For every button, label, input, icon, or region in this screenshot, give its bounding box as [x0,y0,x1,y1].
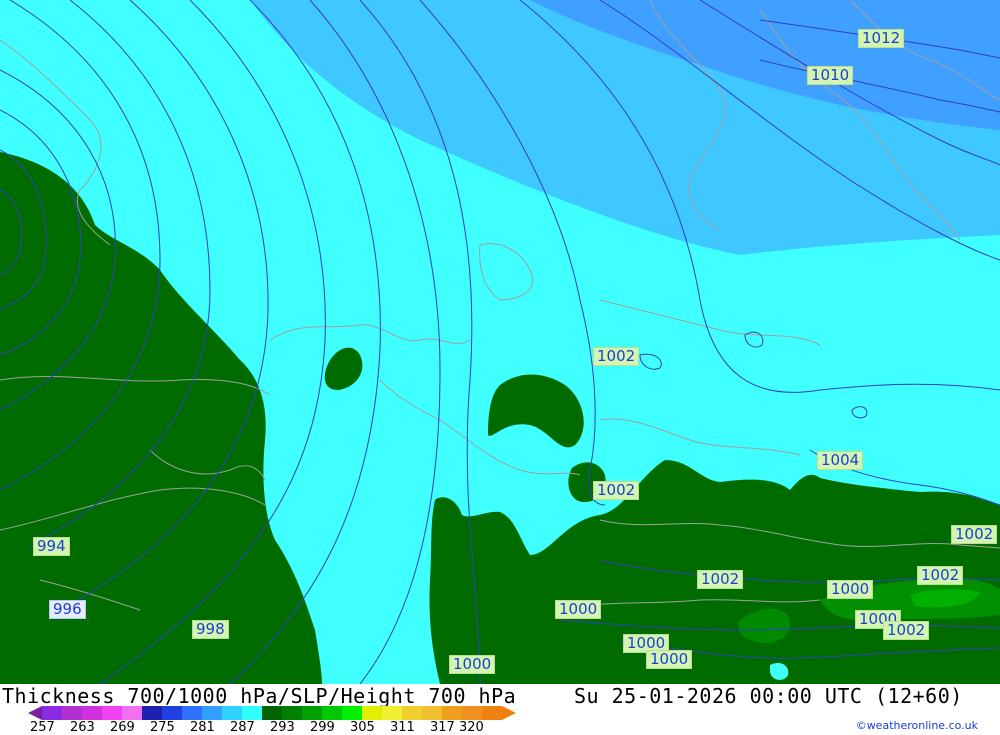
legend-swatch [282,706,302,720]
legend-swatch [62,706,82,720]
legend-swatch [462,706,482,720]
legend-swatch [162,706,182,720]
isobar-label: 996 [49,600,86,619]
legend-right-arrow-shape [502,706,516,720]
isobar-label: 1002 [697,570,744,589]
legend-swatch [262,706,282,720]
isobar-label: 1002 [593,481,640,500]
isobar-label: 1000 [449,655,496,674]
legend-swatch [202,706,222,720]
isobar-label: 1002 [883,621,930,640]
isobar-label: 1012 [858,29,905,48]
legend-colorbar [42,706,502,720]
legend-swatch [182,706,202,720]
legend-swatch [422,706,442,720]
legend-swatch [402,706,422,720]
isobar-label: 1002 [951,525,998,544]
legend-left-arrow-shape [28,706,42,720]
legend-swatch [342,706,362,720]
legend-swatch [82,706,102,720]
legend-swatch [302,706,322,720]
legend-swatch [122,706,142,720]
legend-swatch [322,706,342,720]
legend-swatch [482,706,502,720]
legend-swatch [442,706,462,720]
legend-swatch [362,706,382,720]
legend-swatch [102,706,122,720]
legend-left-arrow [28,706,42,720]
credit-text: ©weatheronline.co.uk [855,719,978,732]
legend-swatch [382,706,402,720]
legend-right-arrow [502,706,516,720]
isobar-label: 1002 [917,566,964,585]
legend-swatch [222,706,242,720]
isobar-label: 1000 [646,650,693,669]
isobar-label: 998 [192,620,229,639]
legend-swatch [42,706,62,720]
map-title: Thickness 700/1000 hPa/SLP/Height 700 hP… [2,684,517,708]
isobar-label: 1000 [827,580,874,599]
isobar-label: 1010 [807,66,854,85]
isobar-label: 1000 [555,600,602,619]
isobar-label: 1002 [593,347,640,366]
weather-map: 1012 1010 1002 1004 1002 1002 994 996 99… [0,0,1000,684]
isobar-label: 1004 [817,451,864,470]
isobar-label: 994 [33,537,70,556]
legend-swatch [142,706,162,720]
map-timestamp: Su 25-01-2026 00:00 UTC (12+60) [574,684,963,708]
legend-swatch [242,706,262,720]
legend-ticks: 257 263 269 275 281 287 293 299 305 311 317 320 [30,720,510,735]
map-footer: Thickness 700/1000 hPa/SLP/Height 700 hP… [0,684,1000,735]
